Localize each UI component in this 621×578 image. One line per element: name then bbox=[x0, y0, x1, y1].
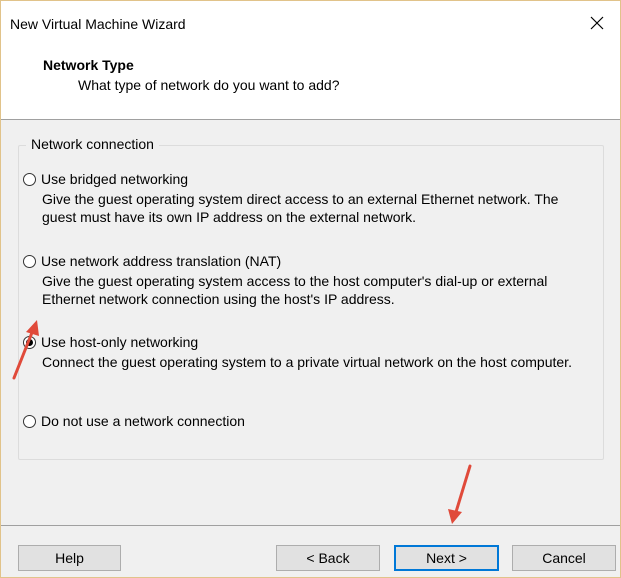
radio-none[interactable]: Do not use a network connection bbox=[23, 410, 245, 432]
radio-button-none[interactable] bbox=[23, 414, 36, 428]
wizard-content: Network connection Use bridged networkin… bbox=[1, 121, 620, 526]
wizard-window: New Virtual Machine Wizard Network Type … bbox=[0, 0, 621, 578]
option-label-none: Do not use a network connection bbox=[41, 413, 245, 429]
radio-button-nat[interactable] bbox=[23, 254, 36, 268]
red-annotation-arrow-icon bbox=[448, 464, 472, 524]
back-button[interactable]: < Back bbox=[276, 545, 380, 571]
cancel-button[interactable]: Cancel bbox=[512, 545, 616, 571]
option-label-bridged: Use bridged networking bbox=[41, 171, 189, 187]
option-nat: Use network address translation (NAT) Gi… bbox=[23, 250, 587, 308]
wizard-header: Network Type What type of network do you… bbox=[1, 45, 620, 120]
option-none: Do not use a network connection bbox=[23, 410, 245, 432]
radio-nat[interactable]: Use network address translation (NAT) bbox=[23, 250, 587, 272]
next-button[interactable]: Next > bbox=[394, 545, 499, 571]
option-desc-nat: Give the guest operating system access t… bbox=[42, 273, 548, 307]
red-annotation-arrow-icon bbox=[12, 320, 39, 380]
option-host-only: Use host-only networking Connect the gue… bbox=[23, 331, 587, 371]
page-subtitle: What type of network do you want to add? bbox=[78, 77, 340, 93]
help-button[interactable]: Help bbox=[18, 545, 121, 571]
close-icon bbox=[590, 16, 604, 30]
radio-bridged[interactable]: Use bridged networking bbox=[23, 168, 587, 190]
option-desc-bridged: Give the guest operating system direct a… bbox=[42, 191, 559, 225]
close-button[interactable] bbox=[574, 1, 620, 45]
network-connection-group: Network connection Use bridged networkin… bbox=[18, 136, 604, 460]
group-legend: Network connection bbox=[26, 136, 159, 152]
radio-host-only[interactable]: Use host-only networking bbox=[23, 331, 587, 353]
window-title: New Virtual Machine Wizard bbox=[10, 16, 186, 32]
radio-button-bridged[interactable] bbox=[23, 172, 36, 186]
option-bridged: Use bridged networking Give the guest op… bbox=[23, 168, 587, 226]
option-label-host-only: Use host-only networking bbox=[41, 334, 199, 350]
option-label-nat: Use network address translation (NAT) bbox=[41, 253, 282, 269]
title-bar: New Virtual Machine Wizard bbox=[1, 1, 620, 45]
footer-divider bbox=[1, 525, 620, 526]
option-desc-host-only: Connect the guest operating system to a … bbox=[42, 354, 572, 370]
page-title: Network Type bbox=[43, 57, 134, 73]
